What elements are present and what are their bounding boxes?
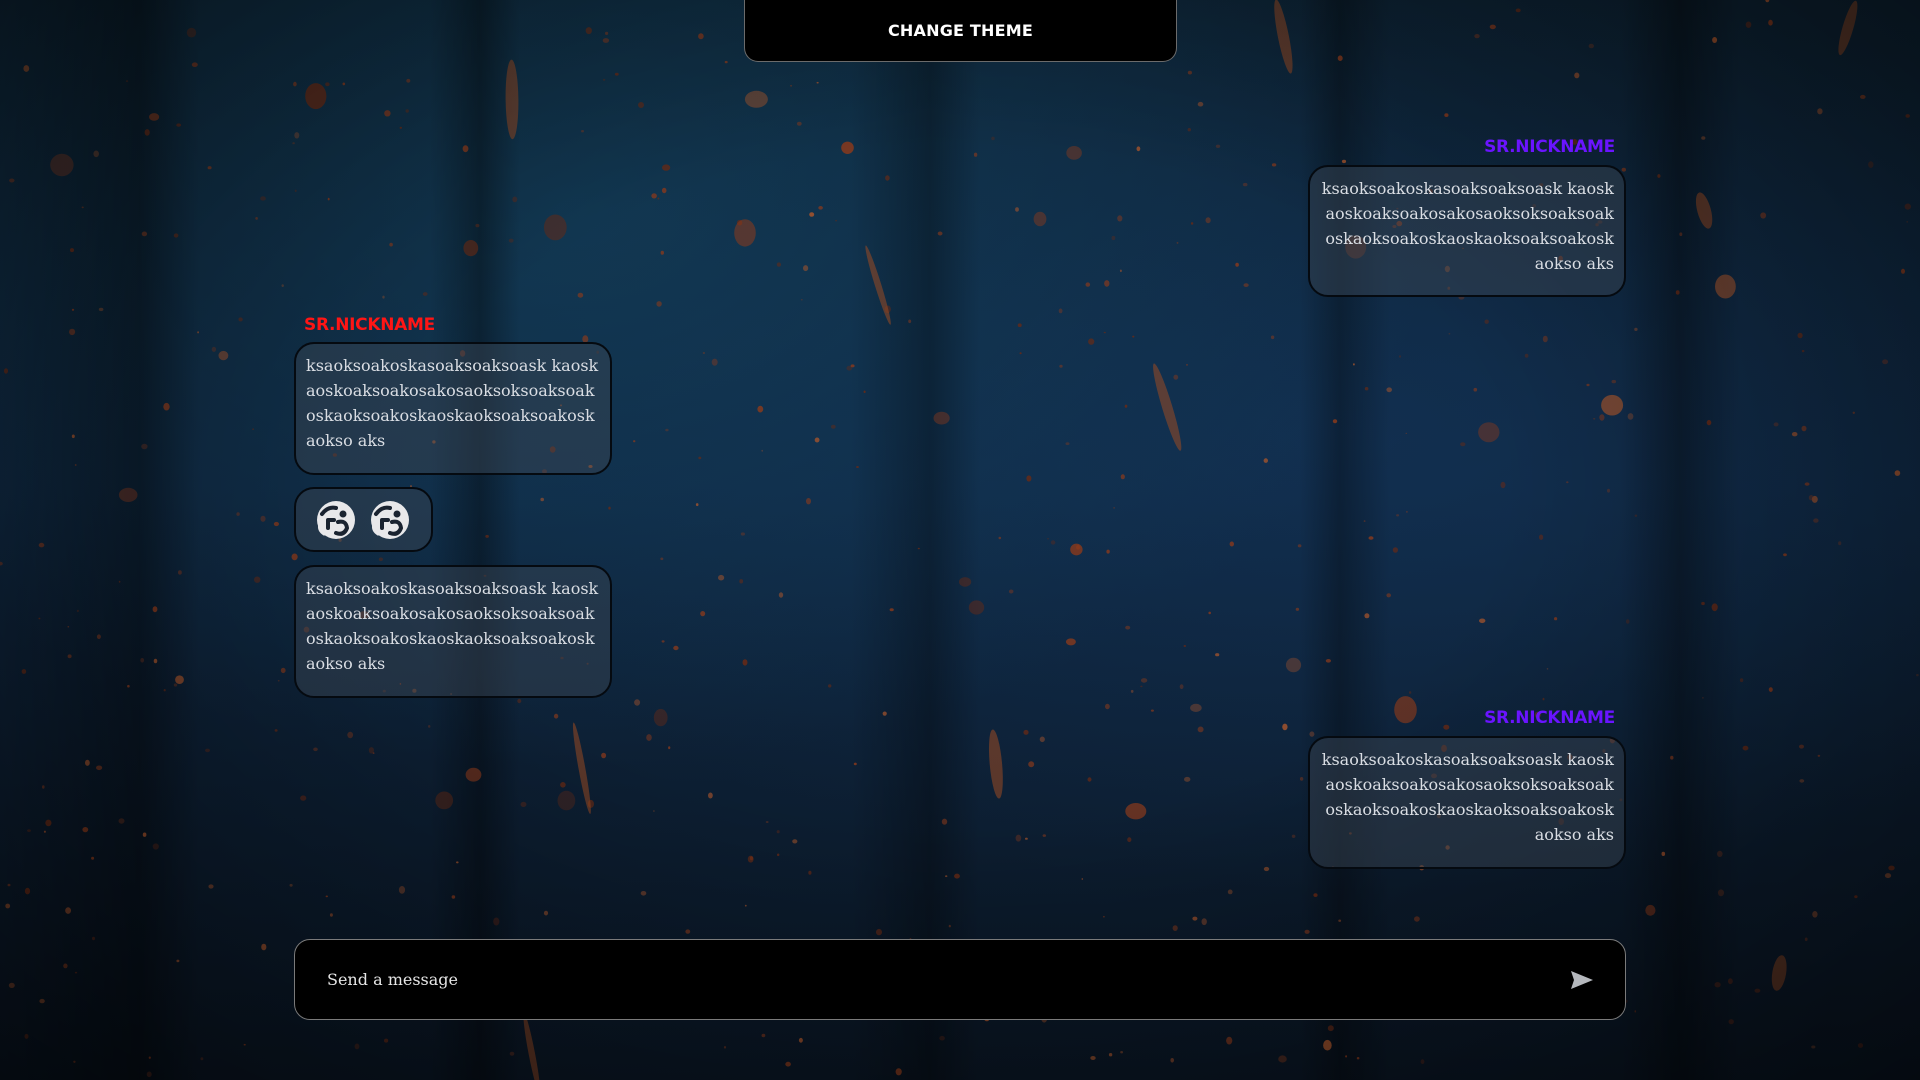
change-theme-button[interactable]: CHANGE THEME xyxy=(744,0,1177,62)
message-bubble: ksaoksoakoskasoaksoaksoask kaoskaoskoaks… xyxy=(294,565,612,698)
nickname-label: SR.NICKNAME xyxy=(1484,708,1615,728)
nickname-label: SR.NICKNAME xyxy=(304,315,435,335)
message-text: ksaoksoakoskasoaksoaksoask kaoskaoskoaks… xyxy=(306,579,599,673)
message-bubble: ksaoksoakoskasoaksoaksoask kaoskaoskoaks… xyxy=(294,342,612,475)
background-vignette xyxy=(0,0,1920,1080)
sticker-face-icon xyxy=(317,500,355,539)
message-bubble: ksaoksoakoskasoaksoaksoask kaoskaoskoaks… xyxy=(1308,165,1626,297)
message-text: ksaoksoakoskasoaksoaksoask kaoskaoskoaks… xyxy=(1321,179,1614,273)
send-button[interactable] xyxy=(1567,965,1597,995)
sticker-message xyxy=(294,487,433,552)
message-text: ksaoksoakoskasoaksoaksoask kaoskaoskoaks… xyxy=(306,356,599,450)
message-bubble: ksaoksoakoskasoaksoaksoask kaoskaoskoaks… xyxy=(1308,736,1626,869)
background-specks xyxy=(0,0,1919,1080)
send-icon xyxy=(1571,970,1593,989)
background-trunks xyxy=(0,0,1920,1080)
message-input[interactable] xyxy=(325,969,1567,990)
message-text: ksaoksoakoskasoaksoaksoask kaoskaoskoaks… xyxy=(1321,750,1614,844)
message-composer xyxy=(294,939,1626,1020)
sticker-face-icon xyxy=(371,500,409,539)
nickname-label: SR.NICKNAME xyxy=(1484,137,1615,157)
